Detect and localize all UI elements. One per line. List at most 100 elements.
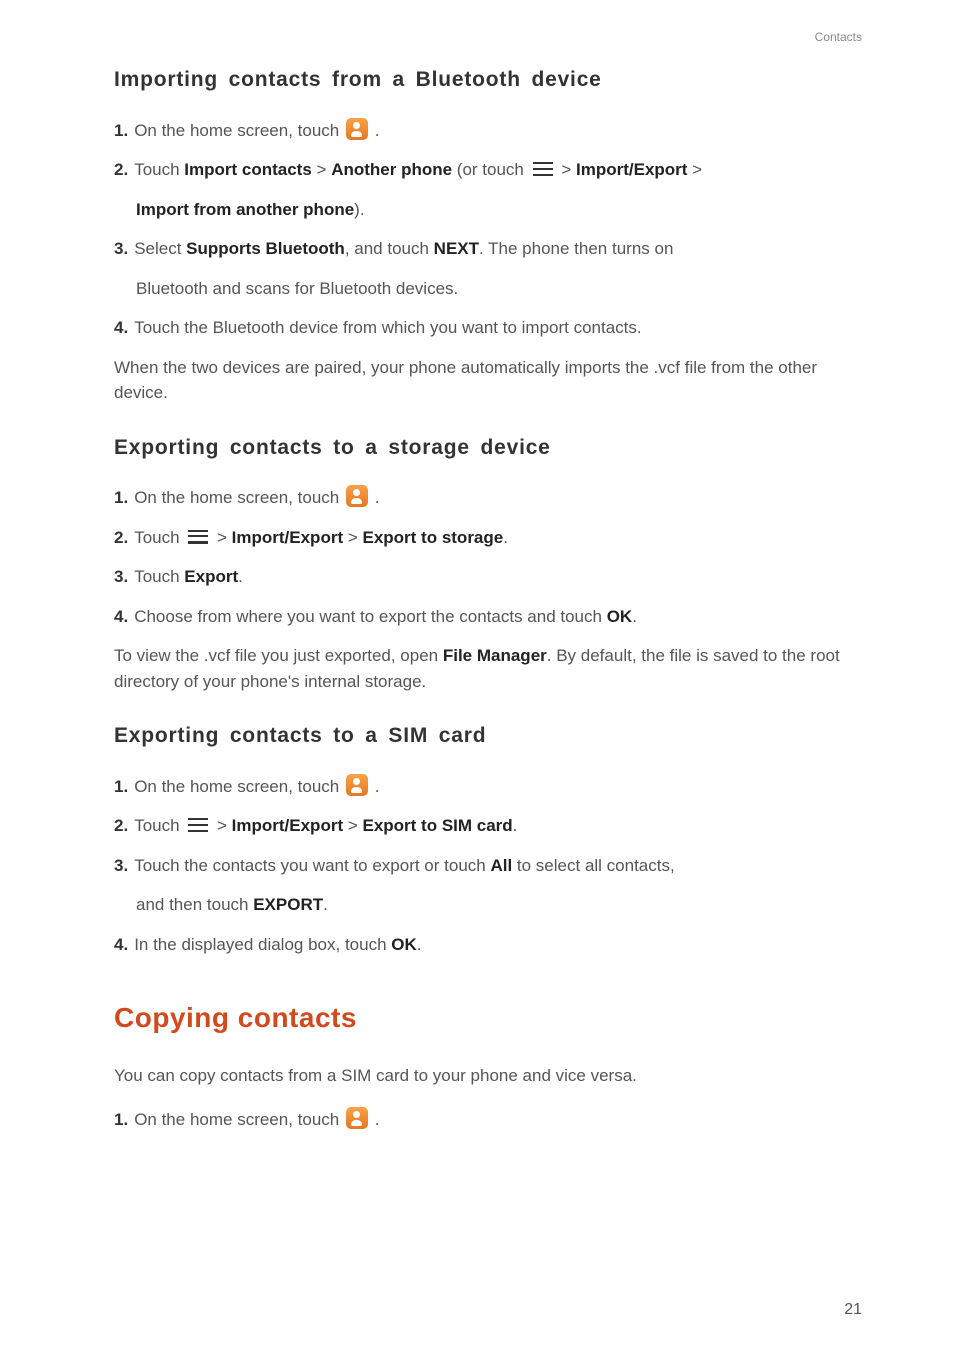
heading-copying-contacts: Copying contacts — [114, 997, 862, 1039]
sec3-step4: 4. In the displayed dialog box, touch OK… — [114, 932, 862, 958]
contacts-icon — [346, 774, 368, 796]
text-bold: OK — [607, 607, 633, 626]
sec2-body: To view the .vcf file you just exported,… — [114, 643, 862, 694]
heading-import-bluetooth: Importing contacts from a Bluetooth devi… — [114, 64, 862, 96]
text-bold: Export to SIM card — [362, 816, 512, 835]
text: . — [632, 607, 637, 626]
text: Touch — [134, 528, 184, 547]
step-text: Touch the contacts you want to export or… — [134, 853, 862, 879]
step-text: Touch Import contacts > Another phone (o… — [134, 157, 862, 183]
sec2-step1: 1. On the home screen, touch . — [114, 485, 862, 511]
sec1-body: When the two devices are paired, your ph… — [114, 355, 862, 406]
text-bold: Import/Export — [232, 816, 343, 835]
text: ). — [354, 200, 364, 219]
text: Select — [134, 239, 186, 258]
step-text: Touch > Import/Export > Export to storag… — [134, 525, 862, 551]
step-number: 3. — [114, 564, 128, 590]
text-bold: Import from another phone — [136, 200, 354, 219]
step-text: On the home screen, touch . — [134, 118, 862, 144]
step-number: 1. — [114, 1107, 128, 1133]
step-number: 4. — [114, 315, 128, 341]
contacts-icon — [346, 118, 368, 140]
text: . — [503, 528, 508, 547]
text: On the home screen, touch — [134, 1110, 344, 1129]
sec4-body: You can copy contacts from a SIM card to… — [114, 1063, 862, 1089]
text: > — [312, 160, 331, 179]
sec2-step2: 2. Touch > Import/Export > Export to sto… — [114, 525, 862, 551]
text-bold: All — [490, 856, 512, 875]
sec1-step1: 1. On the home screen, touch . — [114, 118, 862, 144]
text: > — [212, 528, 231, 547]
sec1-step3: 3. Select Supports Bluetooth, and touch … — [114, 236, 862, 262]
text: . — [370, 1110, 379, 1129]
text: Touch — [134, 816, 184, 835]
sec2-step3: 3. Touch Export. — [114, 564, 862, 590]
text-bold: EXPORT — [253, 895, 323, 914]
header-category: Contacts — [114, 28, 862, 46]
text: On the home screen, touch — [134, 121, 344, 140]
step-text: Touch the Bluetooth device from which yo… — [134, 315, 862, 341]
step-number: 1. — [114, 118, 128, 144]
text: > — [687, 160, 702, 179]
step-number: 2. — [114, 525, 128, 551]
heading-export-storage: Exporting contacts to a storage device — [114, 432, 862, 464]
text: . The phone then turns on — [479, 239, 673, 258]
step-text: On the home screen, touch . — [134, 774, 862, 800]
menu-icon — [188, 818, 208, 832]
text: Touch — [134, 160, 184, 179]
text: . — [370, 121, 379, 140]
text-bold: OK — [391, 935, 417, 954]
text: . — [370, 488, 379, 507]
step-text: On the home screen, touch . — [134, 485, 862, 511]
text-bold: Import contacts — [184, 160, 312, 179]
step-number: 3. — [114, 853, 128, 879]
step-text: On the home screen, touch . — [134, 1107, 862, 1133]
text: . — [323, 895, 328, 914]
text: To view the .vcf file you just exported,… — [114, 646, 443, 665]
step-number: 2. — [114, 157, 128, 183]
text-bold: File Manager — [443, 646, 547, 665]
text: > — [212, 816, 231, 835]
step-text: In the displayed dialog box, touch OK. — [134, 932, 862, 958]
text: Touch the contacts you want to export or… — [134, 856, 490, 875]
contacts-icon — [346, 485, 368, 507]
sec1-step3-cont: Bluetooth and scans for Bluetooth device… — [136, 276, 862, 302]
text-bold: Export — [184, 567, 238, 586]
step-text: Touch Export. — [134, 564, 862, 590]
step-number: 4. — [114, 604, 128, 630]
step-number: 1. — [114, 485, 128, 511]
text-bold: Another phone — [331, 160, 452, 179]
text: Choose from where you want to export the… — [134, 607, 607, 626]
sec3-step1: 1. On the home screen, touch . — [114, 774, 862, 800]
step-text: Select Supports Bluetooth, and touch NEX… — [134, 236, 862, 262]
menu-icon — [533, 162, 553, 176]
menu-icon — [188, 530, 208, 544]
sec1-step2-cont: Import from another phone). — [136, 197, 862, 223]
contacts-icon — [346, 1107, 368, 1129]
step-number: 2. — [114, 813, 128, 839]
text: (or touch — [452, 160, 529, 179]
page-number: 21 — [844, 1298, 862, 1322]
text: In the displayed dialog box, touch — [134, 935, 391, 954]
sec1-step4: 4. Touch the Bluetooth device from which… — [114, 315, 862, 341]
text: . — [513, 816, 518, 835]
sec3-step2: 2. Touch > Import/Export > Export to SIM… — [114, 813, 862, 839]
text: > — [343, 528, 362, 547]
text: Touch — [134, 567, 184, 586]
sec3-step3-cont: and then touch EXPORT. — [136, 892, 862, 918]
text: On the home screen, touch — [134, 488, 344, 507]
sec3-step3: 3. Touch the contacts you want to export… — [114, 853, 862, 879]
text: and then touch — [136, 895, 253, 914]
text-bold: Import/Export — [232, 528, 343, 547]
text-bold: Supports Bluetooth — [186, 239, 345, 258]
text-bold: NEXT — [434, 239, 479, 258]
text: > — [343, 816, 362, 835]
text: . — [370, 777, 379, 796]
step-number: 4. — [114, 932, 128, 958]
sec2-step4: 4. Choose from where you want to export … — [114, 604, 862, 630]
sec4-step1: 1. On the home screen, touch . — [114, 1107, 862, 1133]
text-bold: Import/Export — [576, 160, 687, 179]
text-bold: Export to storage — [362, 528, 503, 547]
text: to select all contacts, — [512, 856, 675, 875]
step-number: 1. — [114, 774, 128, 800]
